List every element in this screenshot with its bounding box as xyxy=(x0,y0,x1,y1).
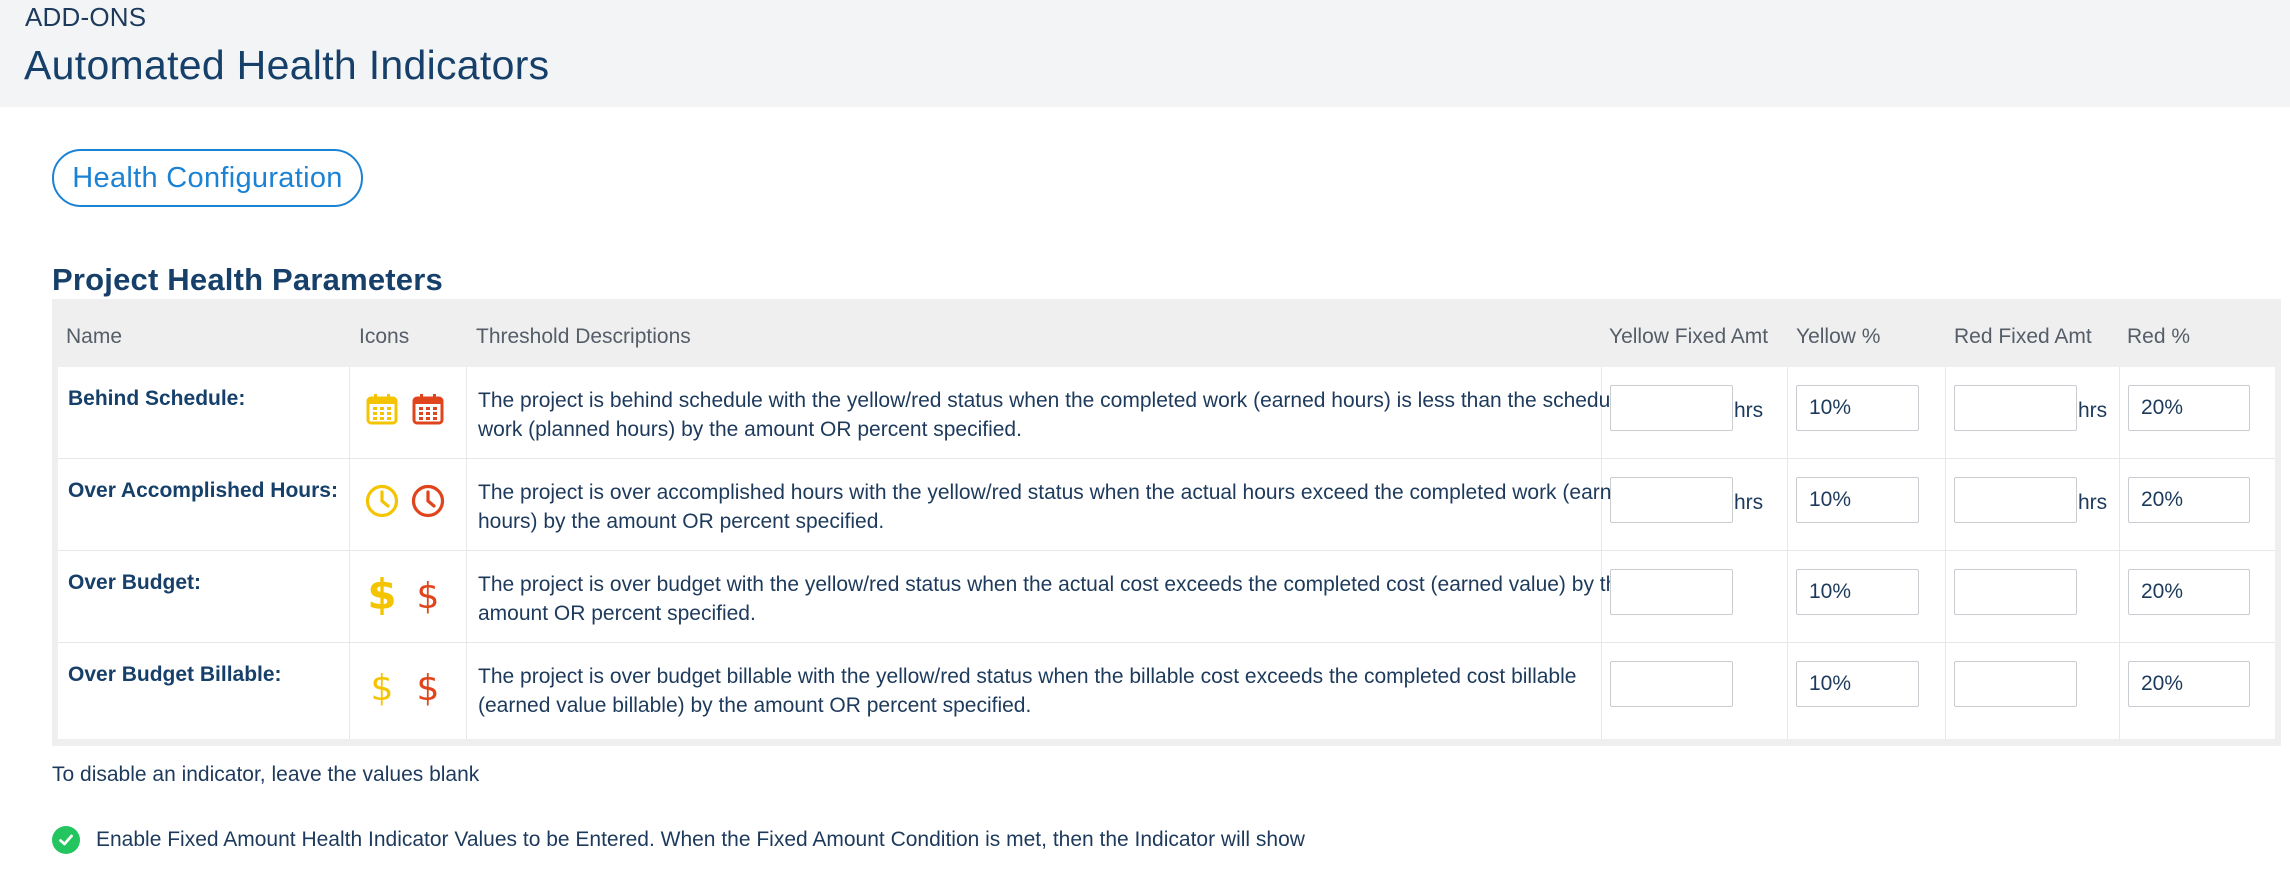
red-unit: hrs xyxy=(2078,491,2108,514)
header-icons: Icons xyxy=(359,325,410,348)
red-pct-input[interactable]: 20% xyxy=(2128,569,2250,615)
dollar-bold-yellow-icon: $ xyxy=(362,571,402,615)
header-red-fixed: Red Fixed Amt xyxy=(1954,325,2092,348)
yellow-fixed-input[interactable] xyxy=(1610,569,1733,615)
health-parameters-table: Name Icons Threshold Descriptions Yellow… xyxy=(52,299,2281,746)
calendar-yellow-icon xyxy=(362,389,402,429)
threshold-description: The project is behind schedule with the … xyxy=(478,389,1639,441)
dollar-red-icon: $ xyxy=(408,665,448,707)
yellow-pct-input[interactable]: 10% xyxy=(1796,569,1919,615)
red-fixed-input[interactable] xyxy=(1954,385,2077,431)
table-body: Behind Schedule: The project is behind s… xyxy=(58,367,2275,739)
yellow-unit: hrs xyxy=(1734,399,1764,422)
disable-indicator-note: To disable an indicator, leave the value… xyxy=(52,763,480,786)
table-row: Over Budget: $ $ The project is over bud… xyxy=(58,551,2275,643)
clock-red-icon xyxy=(408,481,448,521)
row-name: Over Accomplished Hours: xyxy=(68,479,338,502)
red-pct-input[interactable]: 20% xyxy=(2128,477,2250,523)
svg-text:$: $ xyxy=(371,668,394,707)
health-configuration-button[interactable]: Health Configuration xyxy=(52,149,363,207)
red-fixed-input[interactable] xyxy=(1954,661,2077,707)
header-name: Name xyxy=(66,325,123,348)
row-name: Behind Schedule: xyxy=(68,387,246,410)
table-row: Behind Schedule: The project is behind s… xyxy=(58,367,2275,459)
header-red-pct: Red % xyxy=(2127,325,2191,348)
red-pct-input[interactable]: 20% xyxy=(2128,661,2250,707)
dollar-red-icon: $ xyxy=(408,573,448,615)
svg-text:$: $ xyxy=(367,571,396,615)
fixed-amount-option[interactable]: Enable Fixed Amount Health Indicator Val… xyxy=(52,826,1305,854)
check-circle-icon[interactable] xyxy=(52,826,80,854)
yellow-pct-input[interactable]: 10% xyxy=(1796,477,1919,523)
calendar-red-icon xyxy=(408,389,448,429)
fixed-amount-label: Enable Fixed Amount Health Indicator Val… xyxy=(96,828,1305,851)
row-name: Over Budget Billable: xyxy=(68,663,282,686)
yellow-pct-input[interactable]: 10% xyxy=(1796,385,1919,431)
table-row: Over Budget Billable: $ $ The project is… xyxy=(58,643,2275,735)
yellow-fixed-input[interactable] xyxy=(1610,661,1733,707)
row-name: Over Budget: xyxy=(68,571,202,594)
header-threshold: Threshold Descriptions xyxy=(476,325,691,348)
table-row: Over Accomplished Hours: The project is … xyxy=(58,459,2275,551)
svg-text:$: $ xyxy=(417,668,440,707)
breadcrumb[interactable]: ADD-ONS xyxy=(25,2,146,33)
red-pct-input[interactable]: 20% xyxy=(2128,385,2250,431)
table-header: Name Icons Threshold Descriptions Yellow… xyxy=(52,299,2281,367)
yellow-pct-input[interactable]: 10% xyxy=(1796,661,1919,707)
yellow-fixed-input[interactable] xyxy=(1610,385,1733,431)
red-fixed-input[interactable] xyxy=(1954,477,2077,523)
page-header: ADD-ONS Automated Health Indicators xyxy=(0,0,2290,107)
section-title: Project Health Parameters xyxy=(52,262,443,297)
yellow-fixed-input[interactable] xyxy=(1610,477,1733,523)
header-yellow-pct: Yellow % xyxy=(1796,325,1881,348)
dollar-yellow-icon: $ xyxy=(362,665,402,707)
page-title: Automated Health Indicators xyxy=(24,42,550,88)
threshold-description: The project is over budget with the yell… xyxy=(478,573,1629,625)
threshold-description: The project is over budget billable with… xyxy=(478,665,1577,717)
red-fixed-input[interactable] xyxy=(1954,569,2077,615)
svg-text:$: $ xyxy=(417,576,440,615)
red-unit: hrs xyxy=(2078,399,2108,422)
clock-yellow-icon xyxy=(362,481,402,521)
threshold-description: The project is over accomplished hours w… xyxy=(478,481,1635,533)
yellow-unit: hrs xyxy=(1734,491,1764,514)
header-yellow-fixed: Yellow Fixed Amt xyxy=(1609,325,1769,348)
